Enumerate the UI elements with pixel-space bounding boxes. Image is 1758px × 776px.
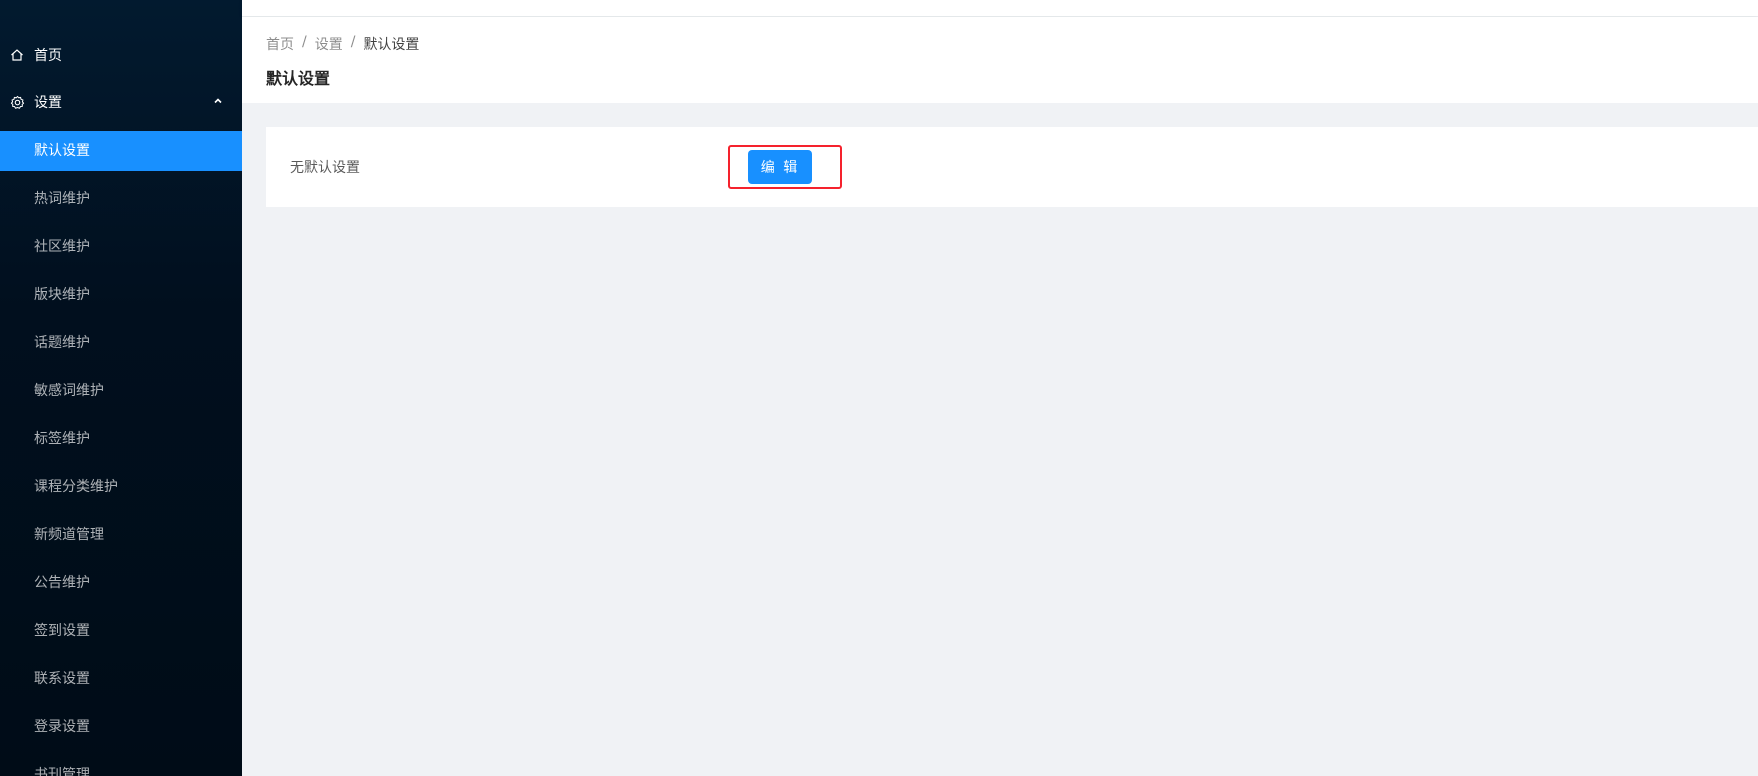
submenu-login[interactable]: 登录设置 (0, 707, 242, 747)
chevron-up-icon (212, 95, 224, 107)
page-title: 默认设置 (266, 69, 331, 88)
menu-settings[interactable]: 设置 (0, 78, 242, 126)
submenu-sensitive-word[interactable]: 敏感词维护 (0, 371, 242, 411)
submenu-topic[interactable]: 话题维护 (0, 323, 242, 363)
breadcrumb-separator: / (302, 34, 307, 50)
submenu-checkin[interactable]: 签到设置 (0, 611, 242, 651)
submenu-announcement[interactable]: 公告维护 (0, 563, 242, 603)
home-icon (9, 47, 25, 63)
menu-home-label: 首页 (34, 48, 62, 64)
top-header (242, 0, 1758, 16)
menu-settings-label: 设置 (34, 95, 62, 111)
submenu-default-settings[interactable]: 默认设置 (0, 131, 242, 171)
submenu-tag[interactable]: 标签维护 (0, 419, 242, 459)
submenu-board[interactable]: 版块维护 (0, 275, 242, 315)
setting-icon (9, 94, 25, 110)
submenu-community[interactable]: 社区维护 (0, 227, 242, 267)
breadcrumb-home[interactable]: 首页 (266, 34, 294, 54)
breadcrumb-settings[interactable]: 设置 (315, 34, 343, 54)
breadcrumb: 首页 / 设置 / 默认设置 (266, 34, 419, 54)
submenu-channel[interactable]: 新频道管理 (0, 515, 242, 555)
submenu-course-category[interactable]: 课程分类维护 (0, 467, 242, 507)
submenu-hotword[interactable]: 热词维护 (0, 179, 242, 219)
submenu-books[interactable]: 书刊管理 (0, 755, 242, 776)
submenu-contact[interactable]: 联系设置 (0, 659, 242, 699)
edit-button[interactable]: 编 辑 (748, 150, 812, 184)
sidebar: 首页 设置 默认设置 热词维护 社区维护 版块维护 话题维护 敏感词维护 标签维… (0, 0, 242, 776)
settings-card: 无默认设置 编 辑 (266, 127, 1758, 207)
page-header: 首页 / 设置 / 默认设置 默认设置 (242, 17, 1758, 103)
menu-home[interactable]: 首页 (0, 31, 242, 79)
no-default-settings-label: 无默认设置 (290, 160, 360, 176)
breadcrumb-separator: / (350, 34, 356, 50)
breadcrumb-current: 默认设置 (363, 37, 420, 53)
